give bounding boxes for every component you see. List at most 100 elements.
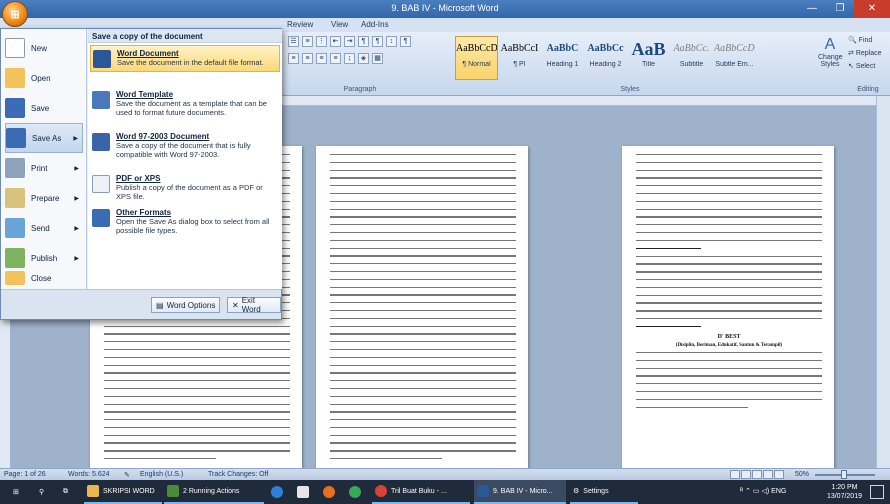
menu-close[interactable]: Close <box>5 267 83 289</box>
menu-label: Save <box>31 103 50 113</box>
menu-label: Prepare <box>31 193 60 203</box>
search-icon[interactable]: ⚲ <box>36 480 47 504</box>
document-page-2 <box>316 146 528 468</box>
style-heading-2[interactable]: AaBbCc Heading 2 <box>584 36 627 80</box>
title-bar: 9. BAB IV - Microsoft Word — ❐ ✕ <box>0 0 890 18</box>
sub-desc: Save the document in the default file fo… <box>117 58 264 67</box>
windows-start-icon[interactable]: ⊞ <box>10 480 22 504</box>
office-button-icon[interactable]: ⊞ <box>2 1 28 27</box>
menu-prepare[interactable]: Prepare ▶ <box>5 183 83 213</box>
rtl-icon[interactable]: ¶ <box>372 36 383 47</box>
select-button[interactable]: ↖ Select <box>848 62 890 70</box>
word-options-button[interactable]: ▤ Word Options <box>151 297 221 313</box>
line-spacing-icon[interactable]: ↨ <box>344 53 355 64</box>
zoom-level[interactable]: 50% <box>795 471 809 478</box>
save-disk-icon <box>5 98 25 118</box>
style-title[interactable]: AaB Title <box>627 36 670 80</box>
volume-icon[interactable]: ◁) <box>761 488 771 495</box>
justify-icon[interactable]: ≡ <box>330 53 341 64</box>
style-name: ¶ Normal <box>462 61 491 68</box>
bullets-icon[interactable]: ☰ <box>288 36 299 47</box>
firefox-icon[interactable] <box>320 480 338 504</box>
save-word-template[interactable]: Word Template Save the document as a tem… <box>90 87 280 120</box>
menu-new[interactable]: New <box>5 33 83 63</box>
document-page-3: D' BEST (Disiplin, Beriman, Edukatif, Sa… <box>622 146 834 468</box>
sub-desc: Publish a copy of the document as a PDF … <box>116 183 263 201</box>
save-word-97-2003[interactable]: Word 97-2003 Document Save a copy of the… <box>90 129 280 162</box>
style-subtle-emphasis[interactable]: AaBbCcDı Subtle Em... <box>713 36 756 80</box>
tab-add-ins[interactable]: Add-Ins <box>361 20 389 29</box>
chrome-icon[interactable] <box>346 480 364 504</box>
find-button[interactable]: 🔍 Find <box>848 36 890 44</box>
numbering-icon[interactable]: ≡ <box>302 36 313 47</box>
zoom-thumb[interactable] <box>841 470 847 479</box>
track-changes-status[interactable]: Track Changes: Off <box>208 471 268 478</box>
borders-icon[interactable]: ▦ <box>372 53 383 64</box>
full-screen-reading-icon[interactable] <box>741 470 751 479</box>
taskbar-chrome-window[interactable]: Tril Buat Buku - ... <box>372 480 470 504</box>
style-name: Title <box>642 61 655 68</box>
show-marks-icon[interactable]: ¶ <box>400 36 411 47</box>
proofing-icon[interactable]: ✎ <box>124 471 130 479</box>
save-other-formats[interactable]: Other Formats Open the Save As dialog bo… <box>90 205 280 238</box>
language-status[interactable]: English (U.S.) <box>140 471 183 478</box>
language-indicator[interactable]: ENG <box>771 488 786 495</box>
increase-indent-icon[interactable]: ⇥ <box>344 36 355 47</box>
web-layout-icon[interactable] <box>752 470 762 479</box>
print-layout-icon[interactable] <box>730 470 740 479</box>
taskbar-running-actions[interactable]: 2 Running Actions <box>164 480 264 504</box>
task-view-icon[interactable]: ⧉ <box>60 480 71 504</box>
menu-send[interactable]: Send ▶ <box>5 213 83 243</box>
save-pdf-or-xps[interactable]: PDF or XPS Publish a copy of the documen… <box>90 171 280 204</box>
maximize-button[interactable]: ❐ <box>826 0 854 18</box>
outline-icon[interactable] <box>763 470 773 479</box>
save-word-document[interactable]: Word Document Save the document in the d… <box>90 45 280 72</box>
menu-open[interactable]: Open <box>5 63 83 93</box>
shading-icon[interactable]: ◈ <box>358 53 369 64</box>
style-normal[interactable]: AaBbCcDc ¶ Normal <box>455 36 498 80</box>
vertical-scrollbar[interactable] <box>876 96 890 468</box>
replace-button[interactable]: ⇄ Replace <box>848 49 890 57</box>
align-left-icon[interactable]: ≡ <box>288 53 299 64</box>
draft-icon[interactable] <box>774 470 784 479</box>
close-button[interactable]: ✕ <box>854 0 890 18</box>
find-label: Find <box>858 37 873 44</box>
ltr-icon[interactable]: ¶ <box>358 36 369 47</box>
sub-title: Word 97-2003 Document <box>116 132 210 141</box>
menu-save[interactable]: Save <box>5 93 83 123</box>
tab-view[interactable]: View <box>331 20 348 29</box>
word-count[interactable]: Words: 5.624 <box>68 471 110 478</box>
decrease-indent-icon[interactable]: ⇤ <box>330 36 341 47</box>
store-icon[interactable] <box>294 480 312 504</box>
style-subtitle[interactable]: AaBbCc. Subtitle <box>670 36 713 80</box>
minimize-button[interactable]: — <box>798 0 826 18</box>
style-pi[interactable]: AaBbCcI ¶ PI <box>498 36 541 80</box>
word-template-icon <box>92 91 110 109</box>
edge-icon[interactable] <box>268 480 286 504</box>
style-heading-1[interactable]: AaBbC Heading 1 <box>541 36 584 80</box>
clock[interactable]: 1:20 PM 13/07/2019 <box>827 483 862 501</box>
submenu-title: Save a copy of the document <box>88 29 282 43</box>
taskbar: ⊞ ⚲ ⧉ SKRIPSI WORD 2 Running Actions Tri… <box>0 480 890 504</box>
menu-label: Print <box>31 163 48 173</box>
menu-save-as[interactable]: Save As ▶ <box>5 123 83 153</box>
exit-word-button[interactable]: ✕ Exit Word <box>227 296 281 314</box>
notification-icon[interactable] <box>870 485 884 499</box>
tab-review[interactable]: Review <box>287 20 313 29</box>
taskbar-skripsi-word[interactable]: SKRIPSI WORD <box>84 480 162 504</box>
style-sample: AaB <box>631 39 666 59</box>
sort-icon[interactable]: ↕ <box>386 36 397 47</box>
change-styles-button[interactable]: A Change Styles <box>818 36 843 68</box>
send-icon <box>5 218 25 238</box>
chevron-right-icon: ▶ <box>74 165 79 172</box>
page-count[interactable]: Page: 1 of 26 <box>4 471 46 478</box>
taskbar-settings[interactable]: ⚙ Settings <box>570 480 638 504</box>
menu-print[interactable]: Print ▶ <box>5 153 83 183</box>
align-center-icon[interactable]: ≡ <box>302 53 313 64</box>
multilevel-list-icon[interactable]: ⋮ <box>316 36 327 47</box>
taskbar-word-window[interactable]: 9. BAB IV - Micro... <box>474 480 566 504</box>
doc-motto-subheading: (Disiplin, Beriman, Edukatif, Santun & T… <box>675 342 783 348</box>
editing-group: 🔍 Find ⇄ Replace ↖ Select <box>848 36 890 75</box>
align-right-icon[interactable]: ≡ <box>316 53 327 64</box>
tray-up-arrow-icon[interactable]: ⌃ <box>745 488 753 495</box>
